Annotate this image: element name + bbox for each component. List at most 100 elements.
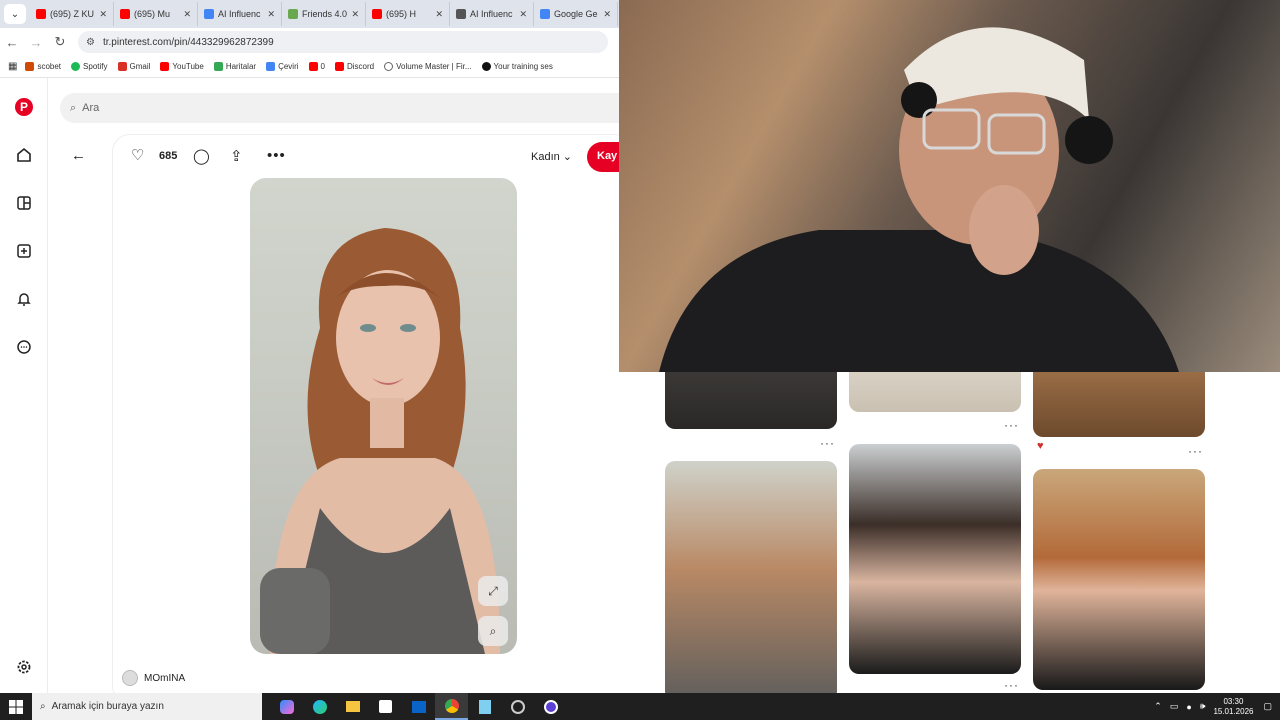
openai-icon bbox=[456, 9, 466, 19]
bookmark-item[interactable]: YouTube bbox=[160, 62, 204, 71]
browser-tab[interactable]: (695) Z KU ✕ bbox=[30, 2, 114, 26]
pin-image[interactable]: ⤢ ⌕ bbox=[250, 178, 517, 654]
bookmark-item[interactable]: 0 bbox=[308, 62, 325, 71]
more-icon[interactable]: ··· bbox=[1188, 444, 1203, 458]
gmail-icon bbox=[117, 62, 127, 71]
more-icon[interactable]: ••• bbox=[267, 147, 286, 164]
close-icon[interactable]: ✕ bbox=[183, 9, 191, 20]
tab-bar: ⌄ (695) Z KU ✕ (695) Mu ✕ AI Influenc ✕ Fri… bbox=[0, 0, 620, 28]
share-icon[interactable]: ⇪ bbox=[230, 147, 243, 165]
forward-icon[interactable]: → bbox=[24, 35, 48, 50]
url-text: tr.pinterest.com/pin/443329962872399 bbox=[102, 36, 274, 48]
browser-tab[interactable]: Friends 4.0 ✕ bbox=[282, 2, 366, 26]
bookmark-favicon bbox=[481, 62, 491, 71]
pin-tile[interactable] bbox=[1033, 372, 1205, 437]
board-select[interactable]: Kadın ⌄ bbox=[531, 150, 572, 163]
bookmark-favicon bbox=[334, 62, 344, 71]
close-icon[interactable]: ✕ bbox=[99, 9, 107, 20]
volume-icon[interactable]: 🕪 bbox=[1200, 701, 1206, 712]
bookmark-item[interactable]: Your training ses bbox=[481, 62, 553, 71]
bookmark-favicon bbox=[308, 62, 318, 71]
bell-icon[interactable] bbox=[14, 289, 34, 309]
pin-tile[interactable] bbox=[849, 444, 1021, 674]
pin-author[interactable]: MOmINA bbox=[122, 670, 185, 686]
microphone-icon[interactable]: ● bbox=[1186, 702, 1191, 712]
streamer-illustration bbox=[659, 27, 1179, 372]
visual-search-icon[interactable]: ⌕ bbox=[478, 616, 508, 646]
heart-reaction-icon: ♥ bbox=[1037, 440, 1044, 452]
pin-tile[interactable] bbox=[665, 372, 837, 429]
youtube-icon bbox=[160, 62, 170, 71]
chevron-up-icon[interactable]: ⌃ bbox=[1154, 701, 1162, 712]
volume-icon bbox=[384, 62, 394, 71]
browser-tab[interactable]: AI Influenc ✕ bbox=[198, 2, 282, 26]
windows-start-icon[interactable] bbox=[0, 693, 32, 720]
maps-icon bbox=[213, 62, 223, 71]
app-icon[interactable] bbox=[534, 693, 567, 720]
explore-icon[interactable] bbox=[14, 193, 34, 213]
copilot-icon[interactable] bbox=[270, 693, 303, 720]
url-input[interactable]: ⚙ tr.pinterest.com/pin/443329962872399 bbox=[78, 31, 608, 53]
network-icon[interactable]: ▭ bbox=[1170, 701, 1179, 712]
store-icon[interactable] bbox=[369, 693, 402, 720]
pin-tile[interactable] bbox=[849, 372, 1021, 412]
tv-icon bbox=[288, 9, 298, 19]
close-icon[interactable]: ✕ bbox=[519, 9, 527, 20]
reload-icon[interactable]: ↻ bbox=[48, 34, 72, 50]
bookmark-item[interactable]: Discord bbox=[334, 62, 374, 71]
bookmark-item[interactable]: scobet bbox=[25, 62, 61, 71]
heart-icon[interactable]: ♡ bbox=[131, 146, 144, 164]
back-arrow-icon[interactable]: ← bbox=[71, 147, 86, 164]
obs-icon[interactable] bbox=[501, 693, 534, 720]
like-count: 685 bbox=[159, 150, 178, 162]
more-icon[interactable]: ··· bbox=[820, 436, 835, 450]
save-button[interactable]: Kay bbox=[587, 142, 620, 172]
create-icon[interactable] bbox=[14, 241, 34, 261]
browser-tab[interactable]: (695) H ✕ bbox=[366, 2, 450, 26]
bookmark-item[interactable]: Volume Master | Fir... bbox=[384, 62, 472, 71]
notifications-icon[interactable]: ▢ bbox=[1263, 701, 1272, 712]
site-info-icon[interactable]: ⚙ bbox=[86, 37, 95, 48]
search-input[interactable]: ⌕ Ara bbox=[60, 93, 620, 123]
back-icon[interactable]: ← bbox=[0, 35, 24, 50]
apps-icon[interactable]: ▦ bbox=[8, 61, 17, 72]
clock[interactable]: 03:30 15.01.2026 bbox=[1213, 697, 1253, 717]
pin-tile[interactable] bbox=[665, 461, 837, 693]
settings-icon[interactable] bbox=[14, 657, 34, 677]
more-icon[interactable]: ··· bbox=[1004, 418, 1019, 432]
bookmark-item[interactable]: Gmail bbox=[117, 62, 150, 71]
mail-icon[interactable] bbox=[402, 693, 435, 720]
close-icon[interactable]: ✕ bbox=[267, 9, 275, 20]
comment-icon[interactable]: ◯ bbox=[193, 147, 210, 165]
gemini-icon bbox=[540, 9, 550, 19]
pin-action-bar: ← ♡ 685 ◯ ⇪ ••• Kadın ⌄ Kay bbox=[71, 135, 620, 179]
search-icon: ⌕ bbox=[70, 101, 77, 114]
bookmark-item[interactable]: Haritalar bbox=[213, 62, 256, 71]
taskbar: ⌕ Aramak için buraya yazın ⌃ ▭ ● 🕪 03:30… bbox=[0, 693, 1280, 720]
messages-icon[interactable] bbox=[14, 337, 34, 357]
file-explorer-icon[interactable] bbox=[336, 693, 369, 720]
notepad-icon[interactable] bbox=[468, 693, 501, 720]
browser-tab[interactable]: Google Ge ✕ bbox=[534, 2, 618, 26]
close-icon[interactable]: ✕ bbox=[351, 9, 359, 20]
browser-tab[interactable]: (695) Mu ✕ bbox=[114, 2, 198, 26]
close-icon[interactable]: ✕ bbox=[435, 9, 443, 20]
system-tray: ⌃ ▭ ● 🕪 03:30 15.01.2026 ▢ bbox=[1154, 693, 1280, 720]
expand-icon[interactable]: ⤢ bbox=[478, 576, 508, 606]
browser-tab[interactable]: AI Influenc ✕ bbox=[450, 2, 534, 26]
edge-icon[interactable] bbox=[303, 693, 336, 720]
pinterest-logo-icon[interactable]: P bbox=[14, 97, 34, 117]
tab-search-button[interactable]: ⌄ bbox=[4, 4, 26, 24]
youtube-icon bbox=[36, 9, 46, 19]
taskbar-search-input[interactable]: ⌕ Aramak için buraya yazın bbox=[32, 693, 262, 720]
bookmark-item[interactable]: Spotify bbox=[71, 62, 108, 71]
bookmark-item[interactable]: Çeviri bbox=[266, 62, 299, 71]
close-icon[interactable]: ✕ bbox=[603, 9, 611, 20]
screen: ⌄ (695) Z KU ✕ (695) Mu ✕ AI Influenc ✕ Fri… bbox=[0, 0, 1280, 720]
pin-card: ← ♡ 685 ◯ ⇪ ••• Kadın ⌄ Kay ⤢ ⌕ bbox=[71, 134, 620, 693]
portrait-illustration bbox=[260, 228, 500, 654]
chrome-icon[interactable] bbox=[435, 693, 468, 720]
home-icon[interactable] bbox=[14, 145, 34, 165]
more-icon[interactable]: ··· bbox=[1004, 678, 1019, 692]
pin-tile[interactable] bbox=[1033, 469, 1205, 690]
